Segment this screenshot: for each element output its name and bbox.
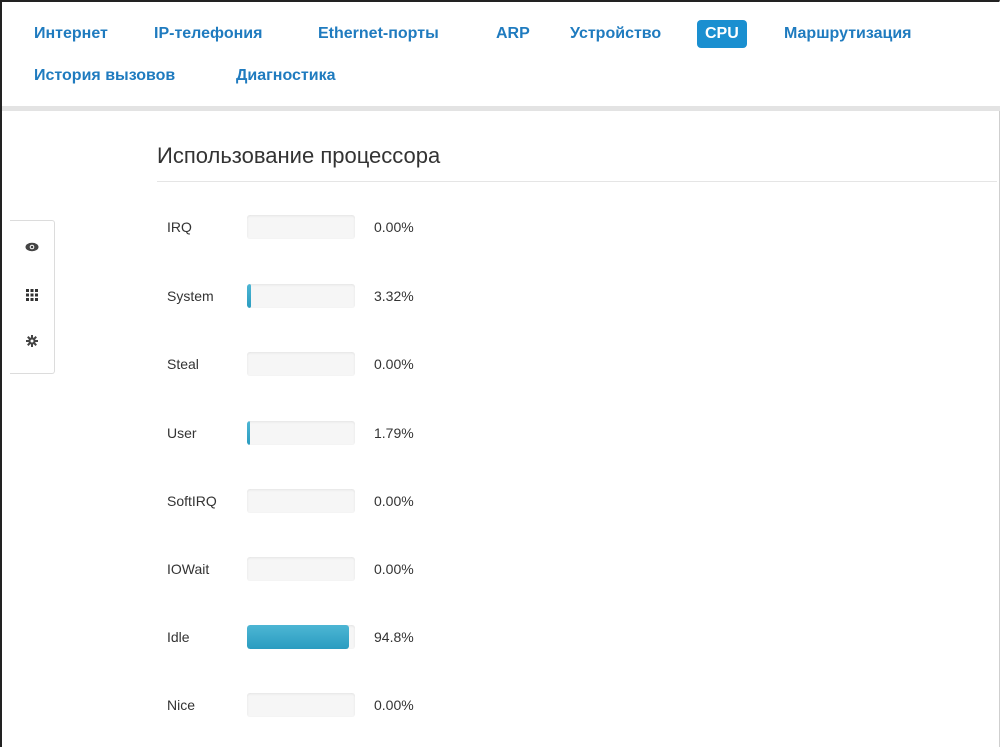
cpu-row-idle: Idle 94.8% [167, 625, 467, 651]
progress-fill [247, 625, 349, 649]
cpu-row-label: Nice [167, 697, 196, 713]
cpu-row-steal: Steal 0.00% [167, 352, 467, 378]
tab-ethernet-ports[interactable]: Ethernet-порты [310, 20, 447, 48]
tab-cpu[interactable]: CPU [697, 20, 747, 48]
nav-divider [2, 106, 1000, 111]
progress-fill [247, 421, 250, 445]
tab-ip-telephony[interactable]: IP-телефония [146, 20, 270, 48]
top-navigation: Интернет IP-телефония Ethernet-порты ARP… [2, 2, 1000, 106]
cpu-row-user: User 1.79% [167, 421, 467, 447]
cpu-row-irq: IRQ 0.00% [167, 215, 467, 241]
progress-bar [247, 421, 355, 445]
cpu-row-value: 0.00% [374, 697, 414, 713]
page-title: Использование процессора [157, 143, 441, 168]
tab-diagnostics[interactable]: Диагностика [228, 62, 344, 90]
cpu-row-system: System 3.32% [167, 284, 467, 310]
cpu-row-label: IRQ [167, 219, 192, 235]
cpu-row-value: 0.00% [374, 219, 414, 235]
progress-bar [247, 693, 355, 717]
side-toolbar [10, 220, 55, 374]
cpu-row-value: 0.00% [374, 356, 414, 372]
app-frame: Интернет IP-телефония Ethernet-порты ARP… [0, 0, 1000, 747]
tab-routing[interactable]: Маршрутизация [776, 20, 920, 48]
progress-bar [247, 284, 355, 308]
tab-arp[interactable]: ARP [488, 20, 538, 48]
cpu-row-value: 0.00% [374, 493, 414, 509]
cpu-row-value: 0.00% [374, 561, 414, 577]
cpu-row-value: 3.32% [374, 288, 414, 304]
cpu-row-nice: Nice 0.00% [167, 693, 467, 719]
progress-bar [247, 625, 355, 649]
cpu-row-label: Steal [167, 356, 199, 372]
cpu-row-label: IOWait [167, 561, 210, 577]
cpu-row-label: Idle [167, 629, 190, 645]
progress-bar [247, 215, 355, 239]
progress-fill [247, 284, 251, 308]
tab-internet[interactable]: Интернет [26, 20, 116, 48]
cpu-row-label: System [167, 288, 214, 304]
progress-bar [247, 557, 355, 581]
cpu-row-value: 94.8% [374, 629, 414, 645]
tab-device[interactable]: Устройство [562, 20, 669, 48]
grid-icon[interactable] [20, 283, 44, 307]
eye-icon[interactable] [20, 235, 44, 259]
gear-icon[interactable] [20, 329, 44, 353]
cpu-row-iowait: IOWait 0.00% [167, 557, 467, 583]
cpu-row-value: 1.79% [374, 425, 414, 441]
cpu-row-label: User [167, 425, 197, 441]
cpu-row-label: SoftIRQ [167, 493, 217, 509]
progress-bar [247, 489, 355, 513]
progress-bar [247, 352, 355, 376]
tab-call-history[interactable]: История вызовов [26, 62, 183, 90]
title-divider [157, 181, 997, 182]
cpu-row-softirq: SoftIRQ 0.00% [167, 489, 467, 515]
